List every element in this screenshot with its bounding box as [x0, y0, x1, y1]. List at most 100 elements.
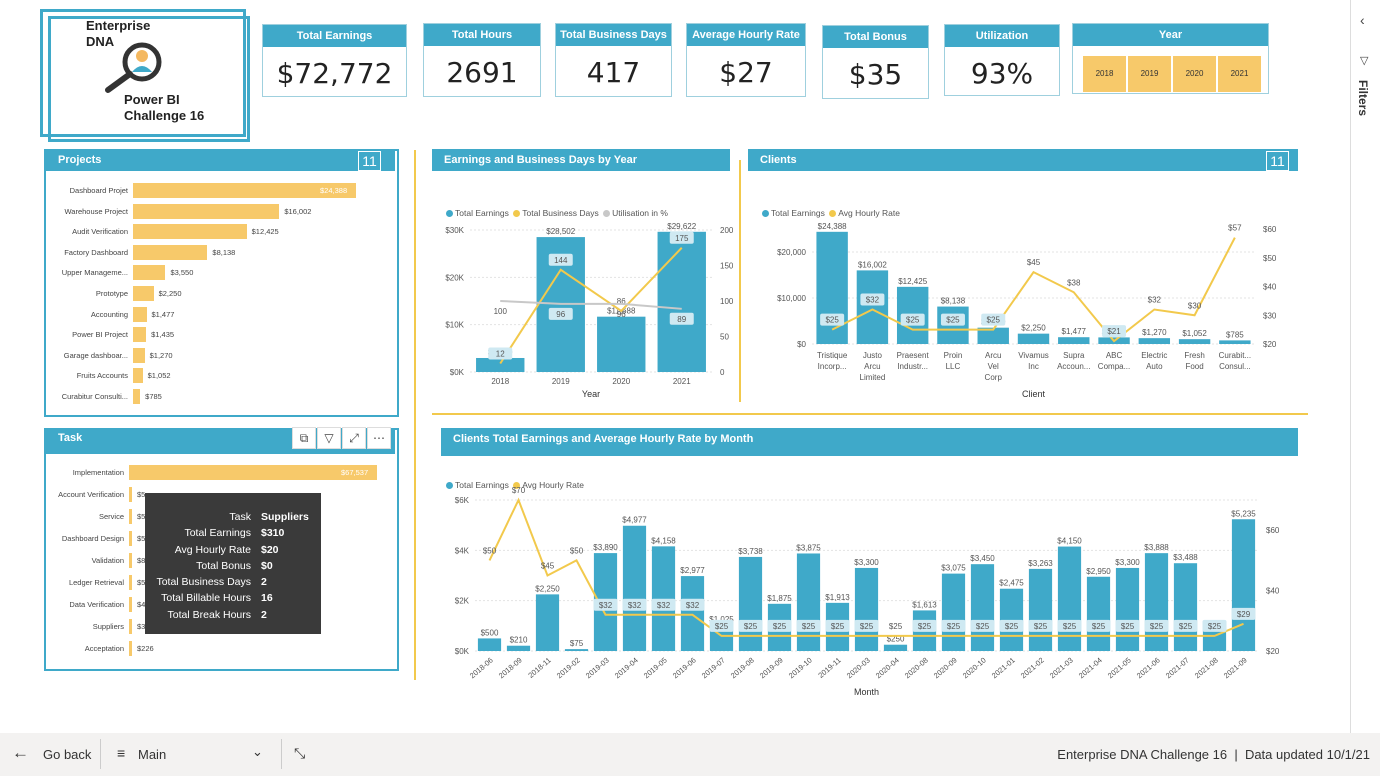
line-data-label: $25 — [946, 316, 960, 325]
bar-data-label: $1,270 — [1142, 328, 1167, 337]
bar-data-label: $4,150 — [1057, 537, 1082, 546]
bar[interactable] — [1028, 568, 1053, 651]
x-tick-label-line: Tristique — [817, 351, 848, 360]
tooltip-key: Total Earnings — [184, 527, 251, 540]
y-left-tick-label: $20K — [445, 273, 464, 282]
bar-data-label: $2,977 — [680, 566, 705, 575]
bar[interactable] — [680, 576, 705, 651]
bar[interactable] — [1173, 563, 1198, 651]
bar[interactable] — [1219, 340, 1251, 344]
line-data-label: $50 — [483, 546, 497, 555]
x-tick-label: 2018 — [491, 377, 509, 386]
bar-data-label: $1,052 — [1182, 329, 1207, 338]
line-data-label: 175 — [675, 234, 689, 243]
bar[interactable] — [816, 231, 848, 344]
line-data-label: $25 — [947, 622, 961, 631]
bar-data-label: $3,450 — [970, 554, 995, 563]
bar[interactable] — [477, 638, 502, 651]
y-left-tick-label: $4K — [455, 546, 470, 555]
pages-menu-icon[interactable]: ≡ — [117, 745, 125, 761]
bar[interactable] — [1231, 519, 1256, 651]
bar[interactable] — [657, 231, 706, 372]
x-tick-label: 2021-08 — [1193, 656, 1220, 681]
x-tick-label-line: Proin — [944, 351, 963, 360]
bar-data-label: $785 — [1226, 330, 1244, 339]
bar[interactable] — [1138, 338, 1171, 344]
line-data-label: 12 — [496, 349, 505, 358]
x-tick-label: Justo Arcu Limited — [860, 351, 886, 382]
tooltip-row: Task Suppliers — [145, 509, 321, 525]
tooltip-row: Total Business Days 2 — [145, 574, 321, 590]
x-tick-label-line: Auto — [1146, 362, 1163, 371]
report-name: Enterprise DNA Challenge 16 — [1057, 747, 1228, 762]
bar[interactable] — [564, 649, 589, 651]
bar[interactable] — [970, 564, 995, 651]
x-tick-label-line: Corp — [985, 373, 1003, 382]
bar[interactable] — [597, 316, 646, 372]
bar[interactable] — [535, 594, 560, 651]
x-tick-label: Tristique Incorp... — [817, 351, 848, 371]
line-data-label: $25 — [744, 622, 758, 631]
y-right-tick-label: 100 — [720, 297, 734, 306]
bar-data-label: $75 — [570, 639, 584, 648]
line-data-label: $25 — [1034, 622, 1048, 631]
x-tick-label-line: Accoun... — [1057, 362, 1090, 371]
x-tick-label-line: Compa... — [1098, 362, 1130, 371]
bar[interactable] — [622, 525, 647, 651]
bar[interactable] — [506, 645, 531, 651]
x-tick-label-line: Praesent — [897, 351, 930, 360]
exit-fullscreen-icon[interactable]: ⤡ — [294, 745, 305, 762]
line-data-label: $30 — [1188, 301, 1202, 310]
bar[interactable] — [651, 546, 676, 651]
series-line[interactable] — [500, 300, 682, 310]
bar[interactable] — [999, 588, 1024, 651]
data-updated: Data updated 10/1/21 — [1244, 747, 1370, 762]
x-axis-title: Month — [854, 687, 879, 697]
x-tick-label-line: Supra — [1063, 351, 1085, 360]
line-data-label: 144 — [554, 256, 568, 265]
line-data-label: $25 — [1150, 622, 1164, 631]
bar-data-label: $3,263 — [1028, 559, 1053, 568]
y-right-tick-label: 0 — [720, 368, 725, 377]
bar[interactable] — [941, 573, 966, 651]
tooltip-value: $0 — [261, 559, 273, 572]
x-tick-label: 2020-10 — [961, 656, 988, 681]
line-data-label: $25 — [1121, 622, 1135, 631]
bar-data-label: $3,300 — [1115, 558, 1140, 567]
bar[interactable] — [1017, 333, 1050, 344]
x-tick-label: 2019-05 — [642, 656, 669, 681]
bar[interactable] — [1178, 339, 1211, 344]
chevron-down-icon[interactable]: ⌄ — [252, 744, 263, 760]
x-tick-label: Vivamus Inc — [1018, 351, 1049, 371]
line-data-label: $25 — [715, 622, 729, 631]
tooltip-key: Total Break Hours — [167, 608, 251, 621]
divider — [281, 739, 282, 769]
tooltip-value: Suppliers — [261, 511, 309, 523]
back-arrow-icon[interactable]: ← — [12, 743, 29, 763]
bar[interactable] — [1115, 567, 1140, 651]
tooltip-row: Total Break Hours 2 — [145, 607, 321, 623]
y-left-tick-label: $30K — [445, 226, 464, 235]
y-right-tick-label: 50 — [720, 333, 729, 342]
bar[interactable] — [476, 357, 525, 372]
go-back-button[interactable]: Go back — [43, 747, 91, 762]
bottom-bar: ← Go back ≡ Main ⌄ ⤡ Enterprise DNA Chal… — [0, 733, 1380, 776]
x-tick-label: 2018-11 — [526, 656, 552, 680]
y-right-tick-label: $50 — [1263, 254, 1277, 263]
line-data-label: $32 — [599, 601, 613, 610]
bar[interactable] — [856, 270, 889, 344]
bar[interactable] — [1086, 576, 1111, 651]
bar[interactable] — [883, 644, 908, 651]
bar[interactable] — [854, 567, 879, 651]
x-tick-label: 2021-06 — [1135, 656, 1162, 681]
page-selector[interactable]: Main — [138, 747, 166, 762]
tooltip-key: Task — [229, 511, 251, 523]
x-tick-label: 2019-09 — [758, 656, 785, 681]
line-data-label: $25 — [906, 316, 920, 325]
line-data-label: $25 — [825, 316, 839, 325]
line-data-label: $25 — [831, 622, 845, 631]
status-text: Enterprise DNA Challenge 16 | Data updat… — [1057, 747, 1370, 762]
x-tick-label: 2019-10 — [787, 656, 814, 681]
x-tick-label: 2021-07 — [1164, 656, 1191, 681]
bar[interactable] — [1058, 337, 1090, 344]
